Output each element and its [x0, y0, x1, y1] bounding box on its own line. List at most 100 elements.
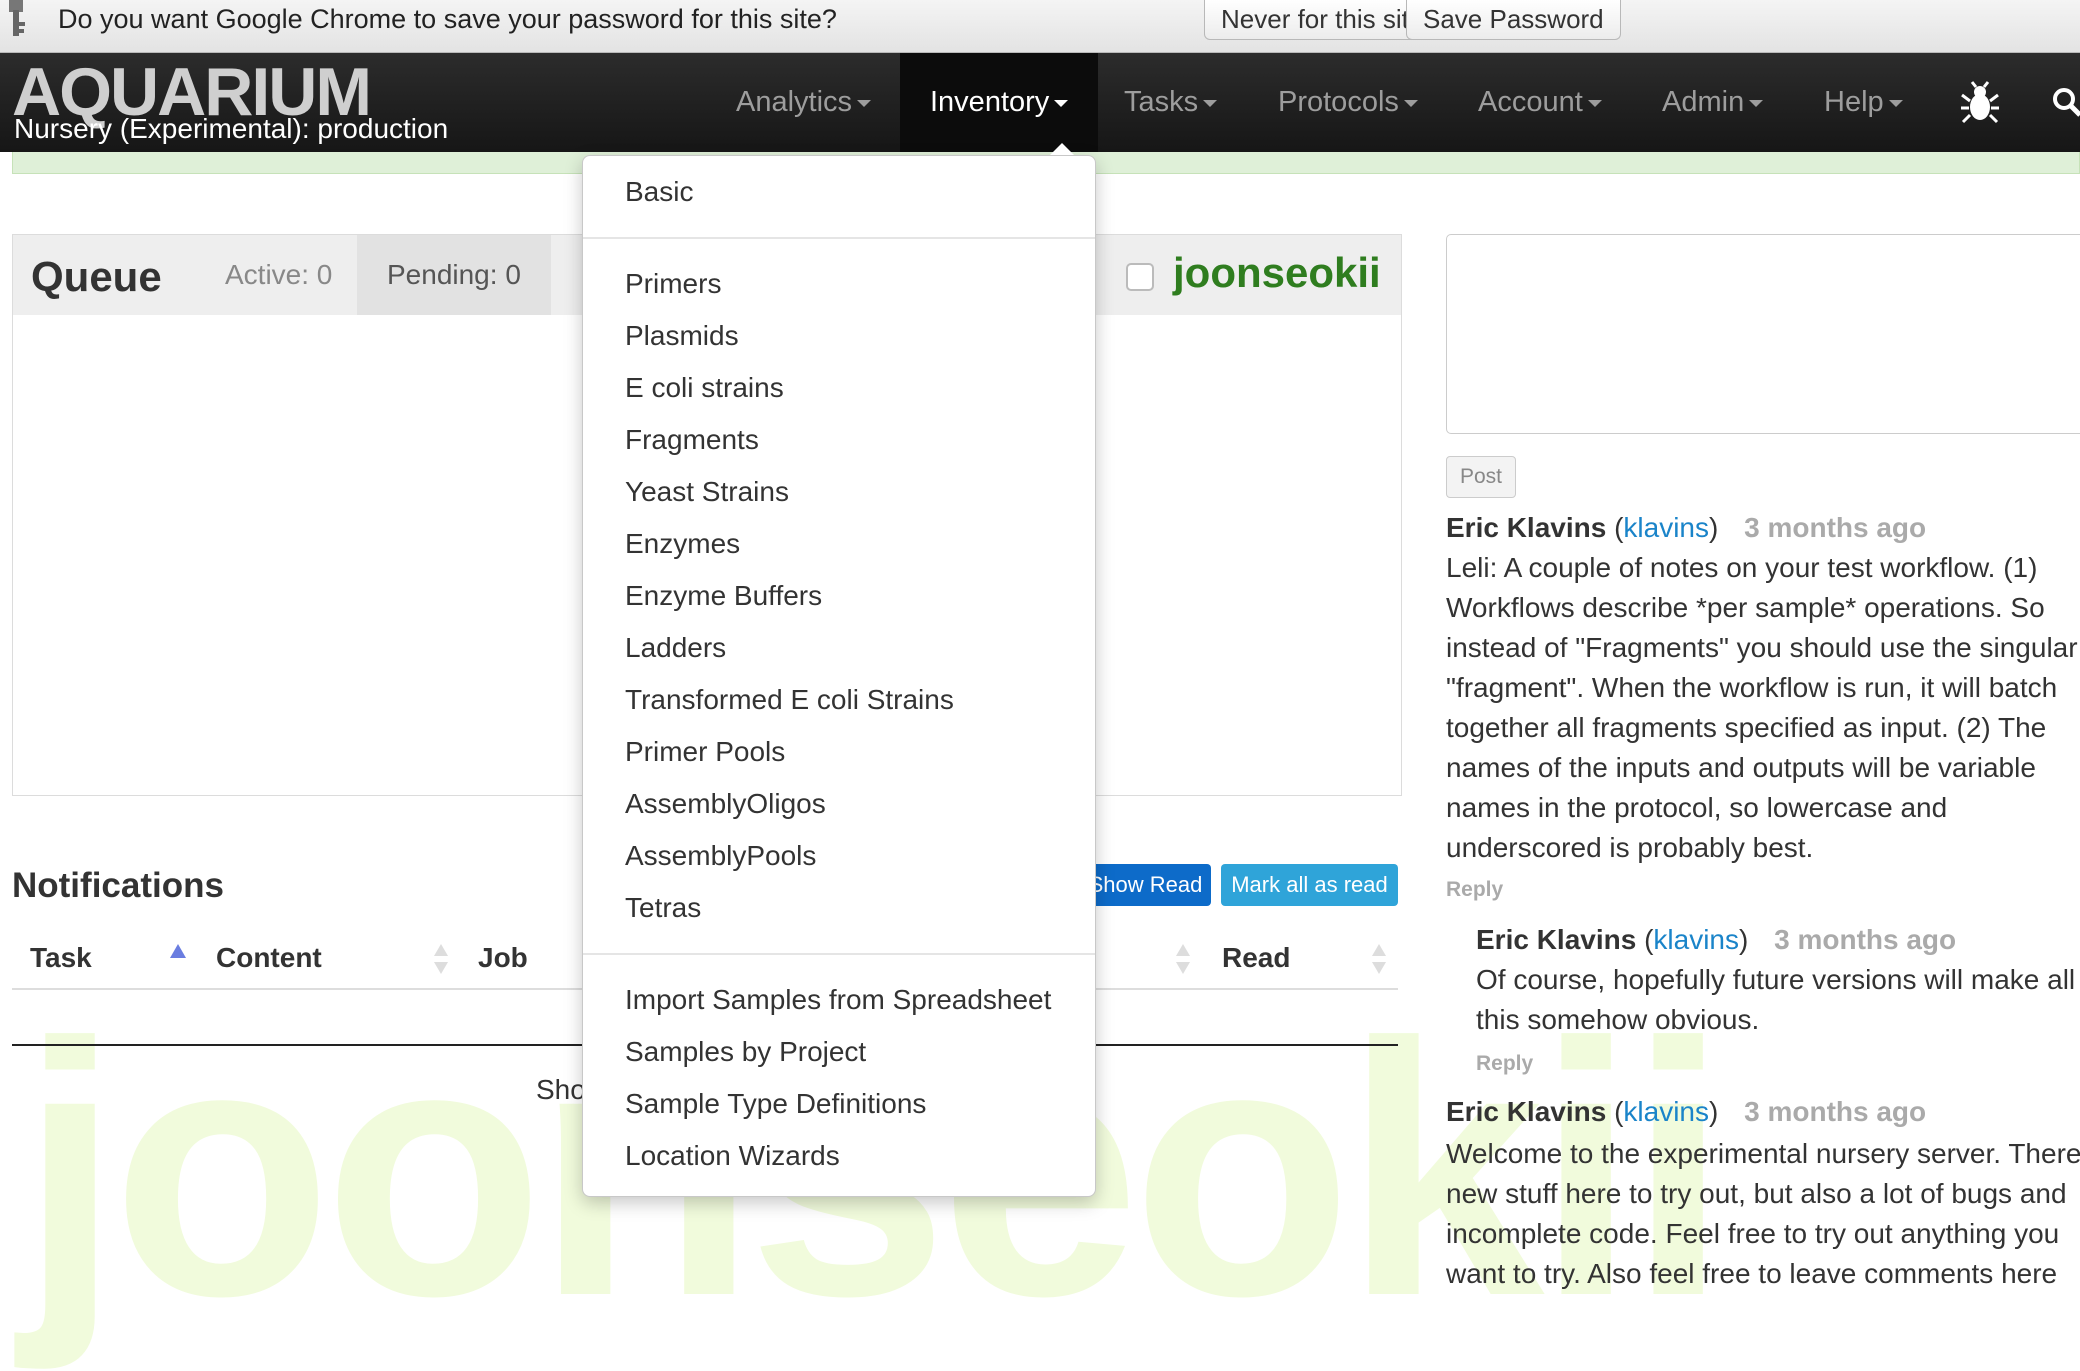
comment-author: Eric Klavins: [1446, 1096, 1607, 1127]
comment-line: want to try. Also feel free to leave com…: [1446, 1258, 2058, 1289]
post-button[interactable]: Post: [1446, 456, 1516, 498]
menu-divider: [583, 953, 1095, 955]
comment-line: "fragment". When the workflow is run, it…: [1446, 672, 2058, 703]
chevron-down-icon: [857, 99, 872, 107]
nav-analytics[interactable]: Analytics: [736, 53, 872, 152]
nav-inventory-label: Inventory: [930, 86, 1050, 118]
menu-divider: [583, 237, 1095, 239]
chrome-password-message: Do you want Google Chrome to save your p…: [58, 4, 837, 34]
comment-username-link[interactable]: klavins: [1623, 512, 1709, 543]
inventory-dropdown-menu: Basic Primers Plasmids E coli strains Fr…: [582, 155, 1096, 1197]
sort-icon[interactable]: [1372, 944, 1386, 974]
sort-ascending-icon[interactable]: [170, 944, 186, 958]
search-icon[interactable]: [2052, 87, 2080, 117]
comment-line: Leli: A couple of notes on your test wor…: [1446, 552, 2038, 583]
comment-line: Welcome to the experimental nursery serv…: [1446, 1138, 2080, 1169]
comment-line: this somehow obvious.: [1476, 1004, 1760, 1035]
comment-username-link[interactable]: klavins: [1623, 1096, 1709, 1127]
chevron-down-icon: [1054, 99, 1069, 107]
never-for-this-site-button[interactable]: Never for this site: [1204, 0, 1441, 40]
comment-line: incomplete code. Feel free to try out an…: [1446, 1218, 2060, 1249]
dropdown-arrow: [1050, 143, 1074, 155]
menu-item-enzymes[interactable]: Enzymes: [625, 528, 740, 560]
column-task[interactable]: Task: [30, 942, 92, 974]
comment-time: 3 months ago: [1744, 1096, 1927, 1127]
comment-time: 3 months ago: [1774, 924, 1957, 955]
column-content[interactable]: Content: [216, 942, 322, 974]
comment-line: together all fragments specified as inpu…: [1446, 712, 2047, 743]
menu-item-enzyme-buffers[interactable]: Enzyme Buffers: [625, 580, 822, 612]
paren-close: ): [1709, 1096, 1719, 1127]
column-job[interactable]: Job: [478, 942, 528, 974]
tab-pending[interactable]: Pending: 0: [357, 235, 551, 315]
comment-line: names in the protocol, so lowercase and: [1446, 792, 1948, 823]
comment-body: Leli: A couple of notes on your test wor…: [1446, 548, 2078, 868]
key-icon: [9, 0, 25, 36]
paren-close: ): [1709, 512, 1719, 543]
nav-protocols-label: Protocols: [1278, 86, 1399, 118]
nav-analytics-label: Analytics: [736, 86, 853, 118]
menu-item-location-wizards[interactable]: Location Wizards: [625, 1140, 840, 1172]
sort-icon[interactable]: [434, 944, 448, 974]
nav-tasks[interactable]: Tasks: [1124, 53, 1218, 152]
nav-help[interactable]: Help: [1824, 53, 1903, 152]
menu-item-ladders[interactable]: Ladders: [625, 632, 726, 664]
menu-item-assembly-oligos[interactable]: AssemblyOligos: [625, 788, 826, 820]
comment-line: Workflows describe *per sample* operatio…: [1446, 592, 2045, 623]
nav-inventory[interactable]: Inventory: [900, 53, 1099, 152]
comment-body: Of course, hopefully future versions wil…: [1476, 960, 2075, 1040]
comment-header: Eric Klavins (klavins) 3 months ago: [1476, 924, 1956, 956]
comment-header: Eric Klavins (klavins) 3 months ago: [1446, 512, 1926, 544]
nav-tasks-label: Tasks: [1124, 86, 1199, 118]
show-read-button[interactable]: Show Read: [1080, 864, 1211, 906]
nav-account[interactable]: Account: [1478, 53, 1602, 152]
bug-icon[interactable]: [1960, 81, 2000, 125]
queue-user-checkbox[interactable]: [1126, 263, 1154, 291]
comment-time: 3 months ago: [1744, 512, 1927, 543]
chevron-down-icon: [1587, 99, 1602, 107]
chevron-down-icon: [1888, 99, 1903, 107]
comment-author: Eric Klavins: [1476, 924, 1637, 955]
comment-textarea[interactable]: [1446, 234, 2080, 434]
menu-item-primers[interactable]: Primers: [625, 268, 721, 300]
reply-link[interactable]: Reply: [1446, 878, 1503, 902]
comment-line: names of the inputs and outputs will be …: [1446, 752, 2036, 783]
menu-item-plasmids[interactable]: Plasmids: [625, 320, 739, 352]
comment-line: underscored is probably best.: [1446, 832, 1814, 863]
paren-close: ): [1739, 924, 1749, 955]
menu-item-assembly-pools[interactable]: AssemblyPools: [625, 840, 816, 872]
comment-line: new stuff here to try out, but also a lo…: [1446, 1178, 2067, 1209]
menu-item-yeast-strains[interactable]: Yeast Strains: [625, 476, 789, 508]
nav-account-label: Account: [1478, 86, 1583, 118]
chevron-down-icon: [1749, 99, 1764, 107]
save-password-button[interactable]: Save Password: [1406, 0, 1621, 40]
nav-admin-label: Admin: [1662, 86, 1745, 118]
chevron-down-icon: [1203, 99, 1218, 107]
comment-line: Of course, hopefully future versions wil…: [1476, 964, 2076, 995]
menu-item-sample-type-definitions[interactable]: Sample Type Definitions: [625, 1088, 926, 1120]
sort-icon[interactable]: [1176, 944, 1190, 974]
nav-protocols[interactable]: Protocols: [1278, 53, 1418, 152]
chrome-password-bar: Do you want Google Chrome to save your p…: [0, 0, 2080, 53]
menu-item-fragments[interactable]: Fragments: [625, 424, 759, 456]
comment-body: Welcome to the experimental nursery serv…: [1446, 1134, 2080, 1294]
reply-link[interactable]: Reply: [1476, 1052, 1533, 1076]
nav-admin[interactable]: Admin: [1662, 53, 1764, 152]
chevron-down-icon: [1403, 99, 1418, 107]
menu-item-transformed-e-coli-strains[interactable]: Transformed E coli Strains: [625, 684, 954, 716]
menu-item-e-coli-strains[interactable]: E coli strains: [625, 372, 784, 404]
comment-username-link[interactable]: klavins: [1653, 924, 1739, 955]
menu-item-basic[interactable]: Basic: [625, 176, 693, 208]
queue-title: Queue: [31, 253, 162, 300]
column-read[interactable]: Read: [1222, 942, 1290, 974]
mark-all-read-button[interactable]: Mark all as read: [1221, 864, 1398, 906]
comment-line: instead of "Fragments" you should use th…: [1446, 632, 2078, 663]
menu-item-primer-pools[interactable]: Primer Pools: [625, 736, 785, 768]
notifications-title: Notifications: [12, 866, 224, 905]
menu-item-import-samples[interactable]: Import Samples from Spreadsheet: [625, 984, 1051, 1016]
menu-item-samples-by-project[interactable]: Samples by Project: [625, 1036, 866, 1068]
tab-active[interactable]: Active: 0: [201, 235, 356, 315]
comment-header: Eric Klavins (klavins) 3 months ago: [1446, 1096, 1926, 1128]
comment-author: Eric Klavins: [1446, 512, 1607, 543]
menu-item-tetras[interactable]: Tetras: [625, 892, 701, 924]
